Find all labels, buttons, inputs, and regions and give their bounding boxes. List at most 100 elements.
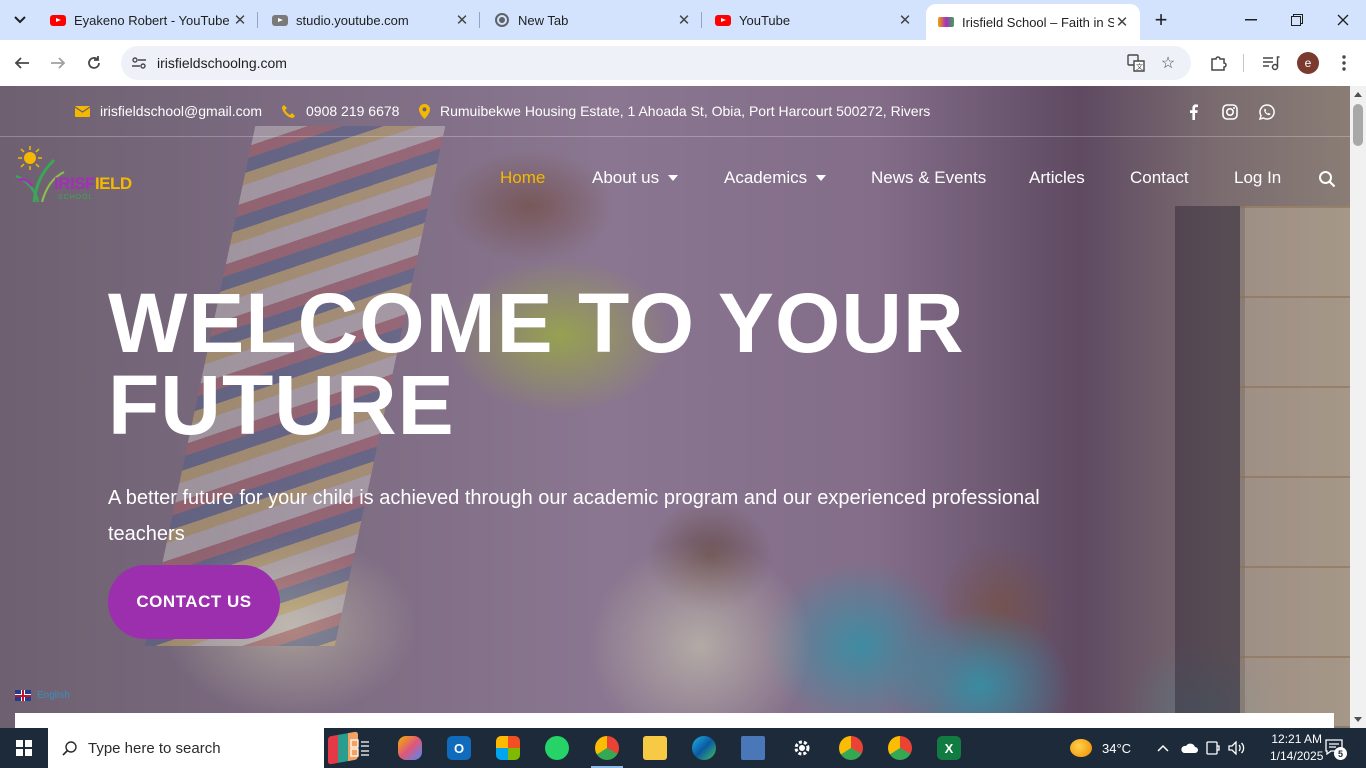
contact-us-button[interactable]: CONTACT US xyxy=(108,565,280,639)
nav-item-academics[interactable]: Academics xyxy=(724,168,827,188)
browser-menu-button[interactable] xyxy=(1330,49,1358,77)
tab-title: studio.youtube.com xyxy=(296,12,409,28)
tab-search-button[interactable] xyxy=(6,6,34,34)
browser-tab[interactable]: studio.youtube.com ✕ xyxy=(260,0,480,40)
remote-desktop-icon[interactable] xyxy=(729,728,777,768)
hero-title: WELCOME TO YOUR FUTURE xyxy=(108,276,965,452)
chrome-profile-icon[interactable] xyxy=(876,728,924,768)
nav-label: Home xyxy=(500,168,546,187)
close-icon[interactable]: ✕ xyxy=(676,12,692,29)
logo-wordmark-part-2: IELD xyxy=(94,174,132,193)
extensions-button[interactable] xyxy=(1204,49,1232,77)
start-button[interactable] xyxy=(0,728,48,768)
scrollbar-thumb[interactable] xyxy=(1353,104,1363,146)
back-button[interactable] xyxy=(8,49,36,77)
reload-button[interactable] xyxy=(80,49,108,77)
media-control-button[interactable] xyxy=(1257,49,1285,77)
search-icon[interactable] xyxy=(1318,170,1336,188)
media-queue-icon xyxy=(1263,56,1280,71)
outlook-icon[interactable]: O xyxy=(435,728,483,768)
youtube-icon xyxy=(715,12,731,28)
close-icon[interactable]: ✕ xyxy=(897,12,913,29)
address-text: Rumuibekwe Housing Estate, 1 Ahoada St, … xyxy=(440,103,931,119)
nav-label: Log In xyxy=(1234,168,1282,187)
nav-item-login[interactable]: Log In xyxy=(1234,168,1281,188)
close-icon[interactable]: ✕ xyxy=(1114,14,1130,31)
notification-count-badge: 5 xyxy=(1334,747,1347,760)
chrome-profile-icon[interactable] xyxy=(827,728,875,768)
translate-icon[interactable]: 文 xyxy=(1126,53,1146,73)
edge-icon[interactable] xyxy=(680,728,728,768)
logo-subtext: SCHOOL xyxy=(58,194,94,201)
hero-subtitle: A better future for your child is achiev… xyxy=(108,487,1040,545)
language-switcher[interactable]: English xyxy=(15,690,70,701)
file-explorer-icon[interactable] xyxy=(631,728,679,768)
new-tab-button[interactable]: + xyxy=(1148,6,1174,34)
battery-icon[interactable] xyxy=(1205,728,1221,768)
whatsapp-app-icon[interactable] xyxy=(533,728,581,768)
settings-gear-icon[interactable] xyxy=(778,728,826,768)
copilot-icon[interactable] xyxy=(386,728,434,768)
browser-tab-active[interactable]: Irisfield School – Faith in Self ✕ xyxy=(926,4,1140,40)
nav-label: News & Events xyxy=(871,168,987,187)
close-icon[interactable]: ✕ xyxy=(232,12,248,29)
browser-tab[interactable]: New Tab ✕ xyxy=(482,0,702,40)
arrow-left-icon xyxy=(14,57,29,69)
address-bar[interactable]: irisfieldschoolng.com 文 ☆ xyxy=(121,46,1191,80)
weather-widget[interactable]: 34°C xyxy=(1070,728,1131,768)
excel-icon[interactable]: X xyxy=(925,728,973,768)
youtube-studio-icon xyxy=(272,12,288,28)
nav-item-news-events[interactable]: News & Events xyxy=(871,168,986,188)
profile-avatar[interactable]: e xyxy=(1297,52,1319,74)
email-contact[interactable]: irisfieldschool@gmail.com xyxy=(75,103,262,119)
nav-item-home[interactable]: Home xyxy=(500,168,545,188)
facebook-icon[interactable] xyxy=(1184,103,1202,121)
svg-text:文: 文 xyxy=(1136,62,1143,71)
forward-button[interactable] xyxy=(44,49,72,77)
nav-item-contact[interactable]: Contact xyxy=(1130,168,1189,188)
onedrive-cloud-icon[interactable] xyxy=(1180,728,1198,768)
show-hidden-icons[interactable] xyxy=(1157,728,1169,768)
whatsapp-icon[interactable] xyxy=(1258,103,1276,121)
browser-tab[interactable]: Eyakeno Robert - YouTube ✕ xyxy=(38,0,258,40)
clock-time: 12:21 AM xyxy=(1271,732,1323,746)
microsoft-store-icon[interactable] xyxy=(484,728,532,768)
tab-title: Irisfield School – Faith in Self xyxy=(962,14,1114,30)
tab-title: Eyakeno Robert - YouTube xyxy=(74,12,230,28)
taskbar-search[interactable]: Type here to search xyxy=(48,728,358,768)
irisfield-favicon xyxy=(938,14,954,30)
contact-topbar: irisfieldschool@gmail.com 0908 219 6678 … xyxy=(0,86,1350,137)
bookmark-star-icon[interactable]: ☆ xyxy=(1158,53,1178,73)
nav-label: Articles xyxy=(1029,168,1085,187)
task-view-icon[interactable] xyxy=(336,728,384,768)
taskbar-search-placeholder: Type here to search xyxy=(88,739,221,757)
browser-toolbar: irisfieldschoolng.com 文 ☆ e xyxy=(0,40,1366,86)
toolbar-divider xyxy=(1243,54,1244,72)
phone-contact[interactable]: 0908 219 6678 xyxy=(281,103,399,119)
site-info-icon[interactable] xyxy=(129,53,149,73)
logo-wordmark: IRISFIELD xyxy=(54,174,132,194)
language-label: English xyxy=(37,690,70,701)
clock-date: 1/14/2025 xyxy=(1270,749,1324,763)
scroll-down-icon[interactable] xyxy=(1354,717,1362,722)
address-contact: Rumuibekwe Housing Estate, 1 Ahoada St, … xyxy=(419,103,930,119)
scroll-up-icon[interactable] xyxy=(1354,92,1362,97)
chrome-icon xyxy=(494,12,510,28)
phone-text: 0908 219 6678 xyxy=(306,103,400,119)
volume-icon[interactable] xyxy=(1228,728,1246,768)
site-logo[interactable]: IRISFIELD SCHOOL xyxy=(14,146,134,206)
close-icon[interactable]: ✕ xyxy=(454,12,470,29)
notification-center-icon[interactable]: 5 xyxy=(1324,738,1347,760)
restore-button[interactable] xyxy=(1274,0,1320,40)
nav-item-about[interactable]: About us xyxy=(592,168,679,188)
windows-logo-icon xyxy=(16,740,32,756)
instagram-icon[interactable] xyxy=(1221,103,1239,121)
close-window-button[interactable] xyxy=(1320,0,1366,40)
page-scrollbar[interactable] xyxy=(1350,86,1366,728)
url-text[interactable]: irisfieldschoolng.com xyxy=(157,55,287,71)
nav-item-articles[interactable]: Articles xyxy=(1029,168,1085,188)
system-clock[interactable]: 12:21 AM 1/14/2025 xyxy=(1270,731,1323,765)
minimize-button[interactable] xyxy=(1228,0,1274,40)
chrome-taskbar-icon[interactable] xyxy=(583,728,631,768)
browser-tab[interactable]: YouTube ✕ xyxy=(703,0,923,40)
